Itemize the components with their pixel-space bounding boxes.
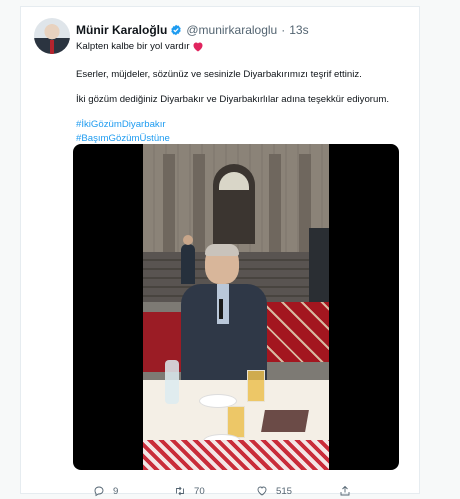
reply-count: 9 (113, 485, 119, 497)
hashtag-link[interactable]: #İkiGözümDiyarbakır (76, 118, 166, 131)
meta-separator: · (281, 23, 286, 37)
like-icon (257, 486, 267, 496)
tweet-card[interactable]: Münir Karaloğlu @munirkaraloglu · 13s Ka… (20, 6, 420, 497)
tweet-line-3: İki gözüm dediğiniz Diyarbakır ve Diyarb… (76, 94, 389, 105)
tweet-line-1-text: Kalpten kalbe bir yol vardır (76, 41, 190, 52)
tweet-timestamp[interactable]: 13s (289, 23, 308, 37)
tweet-header: Münir Karaloğlu @munirkaraloglu · 13s (76, 21, 309, 39)
tweet-line-2: Eserler, müjdeler, sözünüz ve sesinizle … (76, 69, 362, 80)
tweet-video[interactable] (73, 144, 399, 470)
tweet-actions: 9 70 515 (73, 483, 403, 499)
retweet-button[interactable]: 70 (174, 483, 205, 499)
share-button[interactable] (339, 483, 351, 499)
tweet-line-1: Kalpten kalbe bir yol vardır (76, 40, 204, 53)
retweet-count: 70 (194, 485, 205, 497)
like-button[interactable]: 515 (256, 483, 292, 499)
author-name[interactable]: Münir Karaloğlu (76, 23, 167, 37)
reply-button[interactable]: 9 (93, 483, 118, 499)
verified-badge-icon (171, 24, 182, 36)
reply-icon (94, 486, 104, 497)
red-heart-emoji-icon (193, 42, 203, 52)
like-count: 515 (276, 485, 293, 497)
author-handle[interactable]: @munirkaraloglu (186, 23, 277, 37)
author-avatar[interactable] (34, 18, 70, 54)
share-icon (340, 485, 350, 496)
retweet-icon (176, 486, 184, 496)
video-frame (143, 144, 329, 470)
